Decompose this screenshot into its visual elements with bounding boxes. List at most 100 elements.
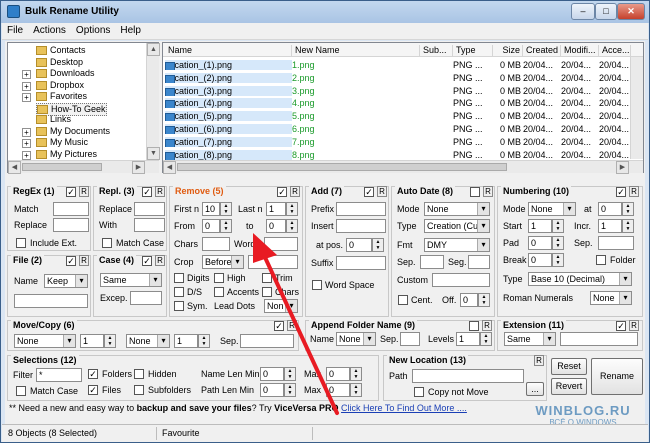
revert-button[interactable]: Revert [551,378,587,395]
tree-expand-icon[interactable]: + [22,81,31,91]
extension-input[interactable] [560,332,638,346]
num-pad-spinner[interactable]: ▲ ▼ [552,236,564,250]
copy-not-move-checkbox[interactable] [414,387,424,397]
tree-vertical-scrollbar[interactable]: ▲ ▼ [146,43,160,160]
repl-reset-button[interactable]: R [155,186,165,197]
add-reset-button[interactable]: R [377,186,387,197]
digits-checkbox[interactable] [174,273,184,283]
scroll-right-icon[interactable]: ▶ [132,161,145,174]
col-modified[interactable]: Modifi... [561,45,599,57]
auto-date-enable-checkbox[interactable] [470,187,480,197]
crop-dropdown[interactable]: Before [202,255,244,269]
path-len-max-input[interactable]: 0 [326,383,350,397]
to-spinner[interactable]: ▲ ▼ [286,219,298,233]
remove-reset-button[interactable]: R [290,186,300,197]
menu-actions[interactable]: Actions [28,23,71,38]
file-list[interactable]: Name New Name Sub... Type Size Created M… [162,42,644,174]
num-sep-input[interactable] [598,236,634,250]
col-name[interactable]: Name [165,45,292,57]
append-folder-reset-button[interactable]: R [482,320,492,331]
ad-fmt-dropdown[interactable]: DMY [424,238,490,252]
at-pos-input[interactable]: 0 [346,238,372,252]
regex-reset-button[interactable]: R [79,186,89,197]
minimize-button[interactable]: – [571,3,595,20]
include-ext-checkbox[interactable] [16,238,26,248]
num-mode-dropdown[interactable]: None [528,202,576,216]
num-at-spinner[interactable]: ▲ ▼ [622,202,634,216]
tree-expand-icon[interactable]: + [22,150,31,160]
off-spinner[interactable]: ▲ ▼ [478,293,490,307]
subfolders-checkbox[interactable] [134,385,144,395]
move-copy-pos-spinner[interactable]: ▲ ▼ [198,334,210,348]
tree-expand-icon[interactable]: + [22,70,31,79]
list-vertical-scrollbar[interactable] [630,57,643,159]
filter-input[interactable]: * [36,368,82,382]
folders-checkbox[interactable]: ✓ [88,369,98,379]
first-n-spinner[interactable]: ▲ ▼ [220,202,232,216]
numbering-reset-button[interactable]: R [629,186,639,197]
ad-custom-input[interactable] [432,273,490,287]
extension-dropdown[interactable]: Same [504,332,556,346]
num-incr-spinner[interactable]: ▲ ▼ [622,219,634,233]
num-break-input[interactable]: 0 [528,253,552,267]
file-name-input[interactable] [14,294,88,308]
high-checkbox[interactable] [214,273,224,283]
col-new-name[interactable]: New Name [292,45,420,57]
rename-button[interactable]: Rename [591,358,643,395]
hidden-checkbox[interactable] [134,369,144,379]
remove-enable-checkbox[interactable]: ✓ [277,187,287,197]
num-start-input[interactable]: 1 [528,219,552,233]
num-pad-input[interactable]: 0 [528,236,552,250]
cent-checkbox[interactable] [398,295,408,305]
scroll-left-icon[interactable]: ◀ [8,161,21,174]
af-sep-input[interactable] [400,332,420,346]
move-copy-reset-button[interactable]: R [287,320,297,331]
numbering-enable-checkbox[interactable]: ✓ [616,187,626,197]
tree-expand-icon[interactable]: + [22,127,31,137]
regex-replace-input[interactable] [53,218,89,232]
move-copy-enable-checkbox[interactable]: ✓ [274,321,284,331]
name-len-max-input[interactable]: 0 [326,367,350,381]
move-copy-count-input[interactable]: 1 [80,334,104,348]
col-type[interactable]: Type [453,45,493,57]
scroll-down-icon[interactable]: ▼ [147,147,160,160]
accents-checkbox[interactable] [214,287,224,297]
path-len-min-input[interactable]: 0 [260,383,284,397]
case-dropdown[interactable]: Same [100,273,162,287]
ad-seg-input[interactable] [468,255,490,269]
col-accessed[interactable]: Acce... [599,45,631,57]
af-levels-spinner[interactable]: ▲ ▼ [480,332,492,346]
trim-checkbox[interactable] [262,273,272,283]
new-location-reset-button[interactable]: R [534,355,544,366]
maximize-button[interactable]: □ [595,3,617,20]
tree-expand-icon[interactable]: + [22,93,31,102]
folder-checkbox[interactable] [596,255,606,265]
last-n-spinner[interactable]: ▲ ▼ [286,202,298,216]
chars-input[interactable] [202,237,230,251]
af-levels-input[interactable]: 1 [456,332,480,346]
ad-sep-input[interactable] [420,255,444,269]
num-start-spinner[interactable]: ▲ ▼ [552,219,564,233]
repl-enable-checkbox[interactable]: ✓ [142,187,152,197]
name-len-max-spinner[interactable]: ▲ ▼ [350,367,362,381]
reset-button[interactable]: Reset [551,358,587,375]
add-enable-checkbox[interactable]: ✓ [364,187,374,197]
prefix-input[interactable] [336,202,386,216]
last-n-input[interactable]: 1 [266,202,286,216]
close-button[interactable]: ✕ [617,3,645,20]
selections-match-case-checkbox[interactable] [16,386,26,396]
menu-options[interactable]: Options [71,23,115,38]
word-space-checkbox[interactable] [312,280,322,290]
move-copy-mode-dropdown[interactable]: None [14,334,76,348]
path-len-max-spinner[interactable]: ▲ ▼ [350,383,362,397]
regex-match-input[interactable] [53,202,89,216]
words-input[interactable] [264,237,298,251]
repl-replace-input[interactable] [134,202,165,216]
append-folder-enable-checkbox[interactable] [469,321,479,331]
num-type-dropdown[interactable]: Base 10 (Decimal) [528,272,632,286]
col-created[interactable]: Created [523,45,561,57]
from-spinner[interactable]: ▲ ▼ [220,219,232,233]
tree-horizontal-scrollbar[interactable]: ◀ ▶ [8,160,159,174]
path-input[interactable] [412,369,524,383]
roman-dropdown[interactable]: None [590,291,632,305]
